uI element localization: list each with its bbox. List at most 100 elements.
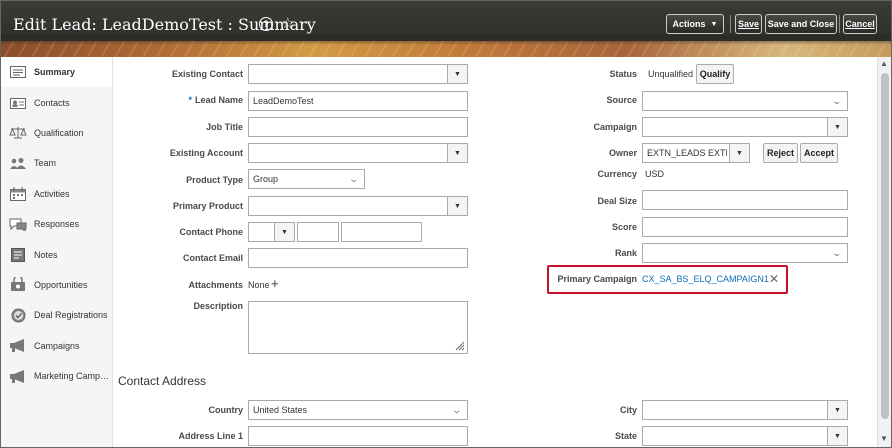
owner-value: EXTN_LEADS EXTN — [647, 148, 727, 158]
phone-number-input[interactable] — [341, 222, 422, 242]
contact-address-section-title: Contact Address — [118, 374, 207, 388]
scroll-up-icon[interactable]: ▲ — [880, 59, 888, 68]
add-attachment-icon[interactable]: + — [271, 276, 279, 291]
sidebar-item-label: Deal Registrations — [34, 310, 108, 321]
contact-email-label: Contact Email — [182, 253, 243, 263]
sidebar-item-label: Summary — [34, 67, 76, 78]
sidebar-item-responses[interactable]: Responses — [1, 209, 112, 239]
dropdown-arrow-icon[interactable]: ▼ — [827, 400, 848, 420]
contact-phone-label: Contact Phone — [179, 227, 243, 237]
city-field[interactable]: ▼ — [642, 400, 848, 420]
dropdown-arrow-icon[interactable]: ▼ — [827, 117, 848, 137]
address-line1-label: Address Line 1 — [178, 431, 243, 441]
deal-size-label: Deal Size — [597, 196, 637, 206]
megaphone-icon — [9, 369, 27, 383]
activities-icon — [9, 186, 27, 201]
dropdown-arrow-icon[interactable]: ▼ — [729, 144, 749, 162]
sidebar-item-deal-registrations[interactable]: Deal Registrations — [1, 300, 112, 330]
cancel-button[interactable]: Cancel — [843, 14, 877, 34]
contact-email-input[interactable] — [248, 248, 468, 268]
sidebar-item-label: Activities — [34, 188, 70, 199]
status-label: Status — [609, 69, 637, 79]
scroll-down-icon[interactable]: ▼ — [880, 434, 888, 443]
campaign-label: Campaign — [593, 122, 637, 132]
sidebar-nav: Summary Contacts Qualification Team Acti… — [1, 57, 113, 447]
address-line1-input[interactable] — [248, 426, 468, 446]
reject-button[interactable]: Reject — [763, 143, 798, 163]
chevron-down-icon: ⌄ — [831, 248, 843, 258]
chevron-down-icon: ⌄ — [348, 174, 360, 184]
job-title-label: Job Title — [206, 122, 243, 132]
sidebar-item-campaigns[interactable]: Campaigns — [1, 331, 112, 361]
opportunities-icon — [9, 277, 27, 292]
rank-select[interactable]: ⌄ — [642, 243, 848, 263]
resize-handle-icon[interactable] — [455, 341, 465, 351]
edit-lead-window: Edit Lead: LeadDemoTest : Summary ? ☆ Ac… — [0, 0, 892, 448]
score-input[interactable] — [642, 217, 848, 237]
remove-campaign-close-icon[interactable]: ✕ — [769, 272, 779, 286]
sidebar-item-activities[interactable]: Activities — [1, 179, 112, 209]
sidebar-item-notes[interactable]: Notes — [1, 239, 112, 269]
currency-label: Currency — [597, 169, 637, 179]
dropdown-arrow-icon[interactable]: ▼ — [274, 222, 295, 242]
required-indicator: * — [188, 95, 192, 105]
owner-label: Owner — [608, 148, 637, 158]
dropdown-arrow-icon[interactable]: ▼ — [447, 143, 468, 163]
save-button[interactable]: Save — [735, 14, 762, 34]
sidebar-item-label: Responses — [34, 219, 80, 230]
sidebar-item-qualification[interactable]: Qualification — [1, 118, 112, 148]
state-label: State — [614, 431, 637, 441]
scrollbar-thumb[interactable] — [881, 73, 889, 419]
favorite-star-icon[interactable]: ☆ — [281, 16, 294, 31]
currency-value: USD — [645, 169, 665, 179]
lead-name-input[interactable]: LeadDemoTest — [248, 91, 468, 111]
save-and-close-button[interactable]: Save and Close — [765, 14, 837, 34]
country-label: Country — [208, 405, 244, 415]
help-icon[interactable]: ? — [259, 16, 273, 31]
sidebar-item-opportunities[interactable]: Opportunities — [1, 270, 112, 300]
state-field[interactable]: ▼ — [642, 426, 848, 446]
existing-account-field[interactable]: ▼ — [248, 143, 468, 163]
source-label: Source — [606, 95, 637, 105]
source-select[interactable]: ⌄ — [642, 91, 848, 111]
owner-field[interactable]: EXTN_LEADS EXTN ▼ — [642, 143, 750, 163]
job-title-input[interactable] — [248, 117, 468, 137]
actions-menu-button[interactable]: Actions ▼ — [666, 14, 724, 34]
deal-size-input[interactable] — [642, 190, 848, 210]
contacts-icon — [9, 96, 27, 110]
accept-button[interactable]: Accept — [800, 143, 838, 163]
lead-summary-form: Existing Contact ▼ * Lead Name LeadDemoTe… — [113, 57, 877, 447]
existing-contact-field[interactable]: ▼ — [248, 64, 468, 84]
save-close-label: Save and Close — [767, 19, 835, 29]
header-separator — [730, 15, 731, 33]
sidebar-item-contacts[interactable]: Contacts — [1, 87, 112, 117]
phone-country-code-select[interactable]: ▼ — [248, 222, 295, 242]
product-type-select[interactable]: Group ⌄ — [248, 169, 365, 189]
phone-area-code-input[interactable] — [297, 222, 339, 242]
attachments-label: Attachments — [188, 280, 243, 290]
attachments-value: None — [248, 280, 270, 290]
status-value: Unqualified — [648, 69, 694, 79]
qualify-button[interactable]: Qualify — [696, 64, 734, 84]
dropdown-arrow-icon[interactable]: ▼ — [447, 64, 468, 84]
responses-icon — [9, 217, 27, 231]
primary-campaign-link[interactable]: CX_SA_BS_ELQ_CAMPAIGN1 — [642, 274, 769, 284]
banner-fade — [1, 35, 891, 45]
lead-name-label: * Lead Name — [188, 95, 243, 105]
rank-label: Rank — [614, 248, 637, 258]
primary-product-field[interactable]: ▼ — [248, 196, 468, 216]
header-separator — [839, 15, 840, 33]
sidebar-item-marketing-campaigns[interactable]: Marketing Camp… — [1, 361, 112, 391]
sidebar-item-summary[interactable]: Summary — [1, 57, 112, 88]
notes-icon — [9, 247, 27, 262]
vertical-scrollbar[interactable]: ▲ ▼ — [877, 57, 891, 447]
campaign-field[interactable]: ▼ — [642, 117, 848, 137]
sidebar-item-team[interactable]: Team — [1, 148, 112, 178]
dropdown-arrow-icon[interactable]: ▼ — [447, 196, 468, 216]
summary-icon — [9, 65, 27, 79]
description-textarea[interactable] — [248, 301, 468, 354]
sidebar-item-label: Qualification — [34, 127, 84, 138]
dropdown-arrow-icon[interactable]: ▼ — [827, 426, 848, 446]
country-select[interactable]: United States ⌄ — [248, 400, 468, 420]
sidebar-item-label: Campaigns — [34, 340, 80, 351]
